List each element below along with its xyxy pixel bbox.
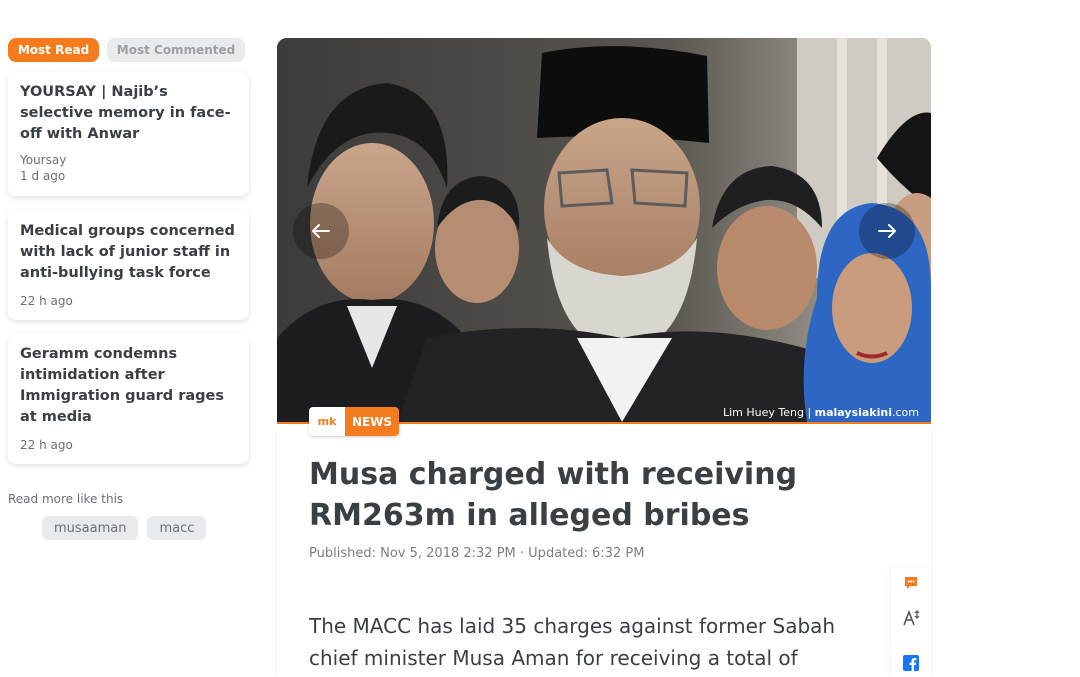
carousel-next-button[interactable] xyxy=(859,203,915,259)
article-link-title[interactable]: Geramm condemns intimidation after Immig… xyxy=(20,344,237,428)
list-item[interactable]: Medical groups concerned with lack of ju… xyxy=(8,211,249,320)
updated-label: Updated: xyxy=(528,546,588,561)
font-size-button[interactable] xyxy=(902,609,920,627)
photo-credit-tld: .com xyxy=(892,406,919,419)
tab-most-read[interactable]: Most Read xyxy=(8,38,99,62)
photo-credit-name: Lim Huey Teng xyxy=(722,406,804,419)
list-item[interactable]: YOURSAY | Najib’s selective memory in fa… xyxy=(8,72,249,196)
facebook-icon xyxy=(903,655,919,671)
read-more-label: Read more like this xyxy=(8,492,124,506)
article-time: 22 h ago xyxy=(20,438,73,452)
list-item[interactable]: Geramm condemns intimidation after Immig… xyxy=(8,334,249,464)
photo-credit-site: malaysiakini xyxy=(814,406,892,419)
most-read-sidebar: Most Read Most Commented YOURSAY | Najib… xyxy=(8,38,249,540)
font-size-icon xyxy=(903,609,920,626)
meta-separator: · xyxy=(519,546,525,561)
tab-most-commented[interactable]: Most Commented xyxy=(107,38,245,62)
mk-logo-text: mk xyxy=(317,415,337,428)
carousel-prev-button[interactable] xyxy=(293,203,349,259)
mk-logo: mk xyxy=(309,407,345,436)
comment-button[interactable] xyxy=(902,574,920,592)
published-date: Nov 5, 2018 2:32 PM xyxy=(380,546,516,561)
tag-macc[interactable]: macc xyxy=(147,516,207,540)
sidebar-tabs: Most Read Most Commented xyxy=(8,38,249,62)
photo-credit-separator: | xyxy=(803,406,815,419)
hero-photo: Lim Huey Teng | malaysiakini.com xyxy=(277,38,931,422)
category-label: NEWS xyxy=(345,407,399,436)
tag-musaaman[interactable]: musaaman xyxy=(42,516,139,540)
article-link-title[interactable]: YOURSAY | Najib’s selective memory in fa… xyxy=(20,82,237,145)
tag-list: musaaman macc xyxy=(42,516,207,540)
comment-icon xyxy=(905,577,917,589)
article-time: 1 d ago xyxy=(20,169,66,183)
article-source: Yoursay xyxy=(20,153,67,167)
article-meta: Published: Nov 5, 2018 2:32 PM · Updated… xyxy=(309,546,644,561)
arrow-right-icon xyxy=(878,224,896,238)
published-label: Published: xyxy=(309,546,376,561)
photo-credit: Lim Huey Teng | malaysiakini.com xyxy=(723,406,919,419)
article-lead-paragraph: The MACC has laid 35 charges against for… xyxy=(309,614,836,670)
article-headline: Musa charged with receiving RM263m in al… xyxy=(309,457,798,533)
updated-time: 6:32 PM xyxy=(592,546,645,561)
facebook-share-button[interactable] xyxy=(902,654,920,672)
hero-photo-illustration xyxy=(277,38,931,422)
article-time: 22 h ago xyxy=(20,294,73,308)
category-badge[interactable]: mk NEWS xyxy=(309,407,399,436)
article-link-title[interactable]: Medical groups concerned with lack of ju… xyxy=(20,221,237,284)
article-tools xyxy=(891,568,931,677)
arrow-left-icon xyxy=(312,224,330,238)
